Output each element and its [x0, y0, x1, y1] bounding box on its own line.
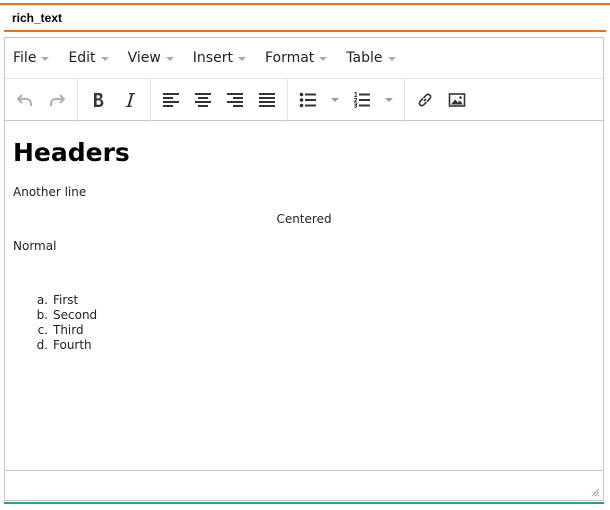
align-right-button[interactable]: [219, 85, 251, 115]
align-center-button[interactable]: [187, 85, 219, 115]
list-marker: d.: [36, 338, 48, 352]
chevron-down-icon: [319, 57, 328, 61]
align-left-button[interactable]: [155, 85, 187, 115]
menu-insert[interactable]: Insert: [189, 43, 254, 73]
numbered-list-button[interactable]: [346, 85, 378, 115]
bold-button[interactable]: [82, 85, 114, 115]
redo-button[interactable]: [41, 85, 73, 115]
chevron-down-icon: [237, 57, 246, 61]
bottom-accent-bar: [4, 502, 604, 504]
alignment-group: [151, 78, 288, 121]
chevron-down-icon: [165, 57, 174, 61]
header-rule: [4, 30, 606, 32]
chevron-down-icon: [331, 97, 339, 102]
link-icon: [418, 93, 432, 106]
menu-file-label: File: [13, 50, 37, 66]
menu-table-label: Table: [346, 50, 383, 66]
top-accent-bar: [0, 3, 610, 5]
toolbar: [5, 78, 603, 121]
list-marker: b.: [36, 308, 48, 322]
menu-edit[interactable]: Edit: [64, 43, 116, 73]
list-item-text: Fourth: [53, 338, 92, 352]
align-right-icon: [227, 92, 243, 107]
list-item-text: Third: [53, 323, 84, 337]
format-group: [78, 78, 151, 121]
statusbar: [5, 470, 603, 500]
image-icon: [448, 92, 466, 107]
bold-icon: [94, 92, 104, 107]
rich-text-editor: File Edit View Insert Format Table Heade…: [4, 37, 604, 501]
link-button[interactable]: [409, 85, 441, 115]
redo-icon: [50, 93, 65, 106]
field-label: rich_text: [12, 11, 63, 25]
menu-format[interactable]: Format: [261, 43, 335, 73]
menu-view-label: View: [127, 50, 161, 66]
numbered-list-icon: [353, 91, 370, 108]
align-left-icon: [163, 92, 179, 107]
bullet-list-icon: [299, 92, 316, 107]
italic-button[interactable]: [114, 85, 146, 115]
content-line-centered: Centered: [276, 212, 332, 226]
undo-icon: [17, 93, 32, 106]
justify-icon: [259, 92, 275, 107]
list-item-text: Second: [53, 308, 98, 322]
field-header: rich_text: [0, 0, 610, 32]
menu-edit-label: Edit: [68, 50, 96, 66]
menu-file[interactable]: File: [9, 43, 57, 73]
content-line-normal: Normal: [13, 239, 57, 253]
menu-table[interactable]: Table: [342, 43, 403, 73]
list-item: d. Fourth: [33, 338, 97, 353]
insert-group: [405, 79, 477, 121]
bullet-list-dropdown[interactable]: [324, 85, 346, 115]
resize-handle-icon[interactable]: [590, 487, 600, 497]
justify-button[interactable]: [251, 85, 283, 115]
editor-content[interactable]: Headers Another line Centered Normal a. F…: [5, 121, 603, 470]
chevron-down-icon: [385, 97, 393, 102]
numbered-list-dropdown[interactable]: [378, 85, 400, 115]
list-group: [288, 78, 405, 121]
list-item-text: First: [53, 293, 79, 307]
list-marker: c.: [37, 323, 48, 337]
chevron-down-icon: [41, 57, 50, 61]
list-marker: a.: [36, 293, 48, 307]
menubar: File Edit View Insert Format Table: [5, 38, 603, 79]
align-center-icon: [195, 92, 211, 107]
content-heading: Headers: [13, 138, 130, 167]
menu-format-label: Format: [264, 50, 315, 66]
italic-icon: [125, 92, 135, 107]
menu-view[interactable]: View: [124, 43, 182, 73]
ordered-list: a. First b. Second c. Third d. Fourth: [33, 293, 98, 353]
list-item: b. Second: [33, 308, 98, 323]
undo-button[interactable]: [9, 85, 41, 115]
history-group: [5, 78, 78, 121]
bullet-list-button[interactable]: [292, 85, 324, 115]
chevron-down-icon: [387, 57, 396, 61]
content-line-another: Another line: [13, 185, 87, 199]
chevron-down-icon: [100, 57, 109, 61]
list-item: a. First: [33, 293, 97, 308]
menu-insert-label: Insert: [192, 50, 233, 66]
image-button[interactable]: [441, 85, 473, 115]
list-item: c. Third: [33, 323, 97, 338]
